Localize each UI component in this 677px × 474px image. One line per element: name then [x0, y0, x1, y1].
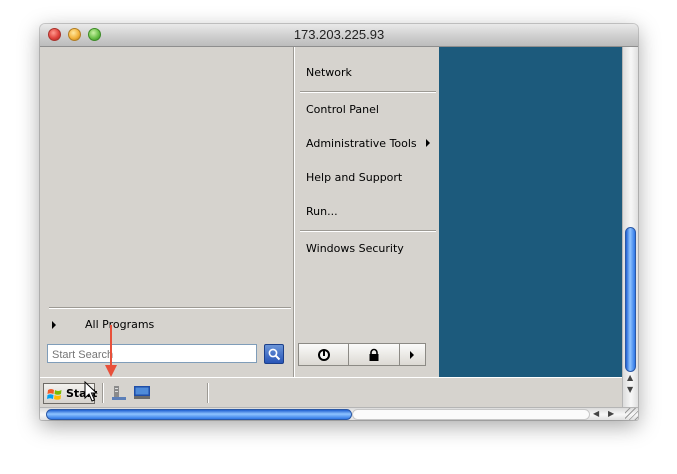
scroll-up-icon[interactable]: ▲ [627, 373, 633, 382]
lock-button[interactable] [349, 343, 400, 366]
window-title: 173.203.225.93 [293, 27, 385, 42]
start-search-input[interactable] [47, 344, 257, 363]
lock-icon [369, 348, 379, 361]
chevron-right-icon [52, 321, 56, 329]
left-pane-divider [49, 307, 291, 309]
menu-item-run[interactable]: Run... [306, 205, 338, 218]
start-menu: All Programs Network Control Panel Admin… [40, 47, 439, 377]
all-programs-label: All Programs [85, 318, 155, 331]
menu-item-control-panel[interactable]: Control Panel [306, 103, 379, 116]
start-menu-right-pane: Network Control Panel Administrative Too… [296, 47, 439, 341]
search-button[interactable] [264, 344, 284, 364]
resize-grip-icon[interactable] [625, 408, 638, 420]
horizontal-scroll-track[interactable] [352, 409, 590, 420]
power-icon [318, 349, 330, 361]
taskbar-separator [207, 383, 209, 403]
scroll-down-icon[interactable]: ▼ [627, 385, 633, 394]
mouse-cursor-icon [84, 381, 98, 402]
remote-desktop: All Programs Network Control Panel Admin… [40, 47, 622, 407]
menu-separator [300, 91, 436, 93]
submenu-arrow-icon [426, 139, 430, 147]
more-options-button[interactable] [400, 343, 426, 366]
taskbar-separator [102, 383, 104, 403]
menu-separator [300, 230, 436, 232]
pane-divider [293, 47, 295, 377]
shutdown-button[interactable] [298, 343, 349, 366]
server-manager-icon[interactable] [112, 386, 126, 401]
all-programs-item[interactable]: All Programs [52, 317, 272, 337]
start-menu-left-pane: All Programs [40, 47, 293, 341]
horizontal-scroll-thumb[interactable] [46, 409, 352, 420]
taskbar: Start [40, 377, 622, 407]
vertical-scroll-thumb[interactable] [625, 227, 636, 372]
arrow-right-icon [410, 351, 414, 359]
search-icon [268, 348, 281, 361]
menu-item-windows-security[interactable]: Windows Security [306, 242, 404, 255]
scroll-left-icon[interactable]: ◀ [593, 409, 599, 418]
title-bar[interactable]: 173.203.225.93 [40, 24, 638, 47]
annotation-arrow-icon [105, 325, 117, 377]
vertical-scrollbar[interactable]: ▲ ▼ [622, 47, 638, 407]
scroll-right-icon[interactable]: ▶ [608, 409, 614, 418]
menu-item-administrative-tools[interactable]: Administrative Tools [306, 137, 417, 150]
menu-item-network[interactable]: Network [306, 66, 352, 79]
remote-desktop-window: 173.203.225.93 All Programs Network [40, 24, 638, 420]
windows-flag-icon [47, 389, 62, 400]
show-desktop-icon[interactable] [134, 386, 150, 399]
menu-item-help-and-support[interactable]: Help and Support [306, 171, 402, 184]
horizontal-scrollbar[interactable]: ◀ ▶ [40, 407, 638, 420]
